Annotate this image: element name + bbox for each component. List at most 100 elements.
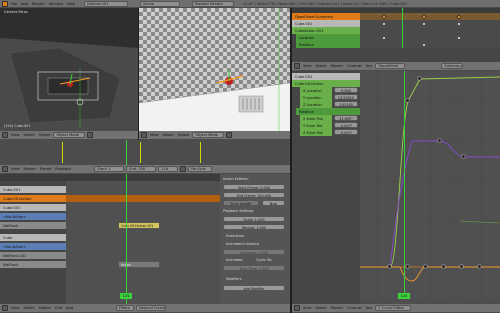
nla-menu-edit[interactable]: Edit [54,306,63,310]
play-icon[interactable] [180,166,187,172]
tl-menu-frame[interactable]: Frame [39,167,52,171]
ge-menu-key[interactable]: Key [365,306,374,310]
nla-evaluation-section[interactable]: Evaluation [226,234,244,238]
graph-channel-y-location[interactable]: Y Location [300,94,332,101]
viewport2-mode-selector[interactable]: Object Mode [192,132,225,138]
tl-menu-view[interactable]: View [10,167,21,171]
nla-end-frame-field[interactable]: End Frame: 100.000 [223,192,285,198]
editor-type-icon[interactable] [294,305,300,311]
scene-selector[interactable]: Scene [140,0,181,7]
nla-now-button[interactable]: Now [262,200,285,206]
graph-value-x-location[interactable]: 0.000 [334,87,358,93]
graph-channel-x-location[interactable]: X Location [300,87,332,94]
dopesheet-location-row[interactable]: Location [296,34,360,41]
menu-help[interactable]: Help [66,2,76,6]
shading-icon[interactable] [226,132,233,138]
menu-window[interactable]: Window [48,2,64,6]
dopesheet-rotation-row[interactable]: Rotation [296,41,360,48]
nla-track-no-action-2[interactable]: <No Action> [0,243,66,250]
editor-type-icon[interactable] [294,63,300,69]
ge-menu-view[interactable]: View [302,306,313,310]
graph-channel-z-euler[interactable]: Z Euler Rot [300,129,332,136]
menu-render[interactable]: Render [31,2,46,6]
ge-menu-select[interactable]: Select [315,306,328,310]
layout-selector[interactable]: Default.001 [84,0,129,7]
ds-menu-select[interactable]: Select [315,64,328,68]
nla-track-nlatrack-2[interactable]: NlaTrack [0,261,66,268]
graph-current-frame-line[interactable] [404,71,405,299]
graph-channel-x-euler[interactable]: X Euler Rot [300,115,332,122]
graph-value-x-euler[interactable]: 31.890° [334,115,358,121]
ds-menu-key[interactable]: Key [365,64,374,68]
graph-value-z-location[interactable]: 1.40185 [334,101,358,107]
nla-strip-time-field[interactable]: Strip Time: 1.000 [223,265,285,271]
nla-strip[interactable]: Cube.001Action.001 [118,222,160,229]
nla-animated-influence-checkbox[interactable]: Animated Influence [226,242,259,246]
nla-animated-checkbox[interactable]: Animated [226,258,242,262]
graph-curve-area[interactable]: 124 [360,71,500,299]
menu-file[interactable]: File [10,2,18,6]
graph-channel-y-euler[interactable]: Y Euler Rot [300,122,332,129]
nla-track-nlatrack[interactable]: NlaTrack [0,222,66,229]
tl-menu-playback[interactable]: Playback [54,167,72,171]
graph-channel-action[interactable]: Cube.001Action [292,80,360,87]
viewport-camera[interactable]: Camera Persp (124) Cube.001 [0,8,138,131]
nla-editor[interactable]: Cube.001 Cube.001Action Cube.001 <No Act… [0,174,220,304]
nla-track-action[interactable]: Cube.001Action [0,195,66,202]
nla-current-frame-line[interactable] [126,174,127,304]
ds-summary-toggle[interactable]: Summary [441,63,464,69]
graph-editor[interactable]: Cube.001 Cube.001Action X Location Y Loc… [292,71,500,304]
graph-channel-rotation[interactable]: Rotation [296,108,360,115]
ge-mode-selector[interactable]: F-Curve Editor [375,305,412,311]
nla-sync-length-checkbox[interactable]: Sync Length [223,200,259,206]
graph-channel-z-location[interactable]: Z Location [300,101,332,108]
render-engine-selector[interactable]: Blender Render [192,0,235,7]
dopesheet-top[interactable]: DopeSheet Summary Cube.001 CubeAction.00… [292,8,500,48]
viewport-perspective[interactable] [139,8,290,131]
nla-track-nlatrack-001[interactable]: NlaTrack.001 [0,252,66,259]
graph-value-z-euler[interactable]: -0.000° [334,129,358,135]
nla-track-object[interactable]: Cube.001 [0,186,66,193]
timeline-current-frame[interactable] [126,140,127,165]
shading-icon[interactable] [87,132,94,138]
dopesheet-action-row[interactable]: CubeAction.001 [292,27,360,34]
nla-cyclic-checkbox[interactable]: Cyclic Str [256,258,272,262]
editor-type-icon[interactable] [2,132,8,138]
nla-strip-2[interactable]: Action [118,261,160,268]
dopesheet-summary-row[interactable]: DopeSheet Summary [292,13,360,20]
nla-menu-select[interactable]: Select [23,306,36,310]
ds-mode-selector[interactable]: DopeSheet [375,63,406,69]
tl-current-frame-field[interactable]: 124 [158,166,179,172]
editor-type-icon[interactable] [141,132,147,138]
dopesheet-current-frame[interactable] [402,8,403,48]
viewport2-menu-select[interactable]: Select [162,133,175,137]
ds-menu-channel[interactable]: Channel [346,64,363,68]
ge-menu-marker[interactable]: Marker [330,306,344,310]
nla-menu-view[interactable]: View [10,306,21,310]
nla-track-cube[interactable]: Cube [0,234,66,241]
nla-start-frame-field[interactable]: Start Frame: 0.000 [223,184,285,190]
tl-start-field[interactable]: Start: 1 [94,166,125,172]
viewport2-menu-view[interactable]: View [149,133,160,137]
tl-end-field[interactable]: End: 700 [126,166,157,172]
nla-influence-field[interactable]: Influence: 1.000 [223,249,285,255]
blender-logo-icon[interactable] [2,0,8,7]
dopesheet-object-row[interactable]: Cube.001 [292,20,360,27]
nla-modifiers-section[interactable]: Modifiers [226,277,241,281]
ds-menu-view[interactable]: View [302,64,313,68]
nla-filters-button[interactable]: Filters [115,305,134,311]
graph-channel-object[interactable]: Cube.001 [292,73,360,80]
viewport-menu-select[interactable]: Select [23,133,36,137]
ge-menu-channel[interactable]: Channel [346,306,363,310]
editor-type-icon[interactable] [2,166,8,172]
ds-menu-marker[interactable]: Marker [330,64,344,68]
graph-value-y-euler[interactable]: -0.000° [334,122,358,128]
nla-scale-field[interactable]: Scale: 1.000 [223,216,285,222]
nla-track-no-action[interactable]: <No Action> [0,213,66,220]
nla-repeat-field[interactable]: Repeat: 1.000 [223,224,285,230]
nla-snap-selector[interactable]: Nearest Frame [135,305,166,311]
viewport-menu-object[interactable]: Object [38,133,52,137]
nla-menu-marker[interactable]: Marker [38,306,52,310]
nla-add-modifier-button[interactable]: Add Modifier [223,285,285,291]
nla-track-object-2[interactable]: Cube.001 [0,204,66,211]
